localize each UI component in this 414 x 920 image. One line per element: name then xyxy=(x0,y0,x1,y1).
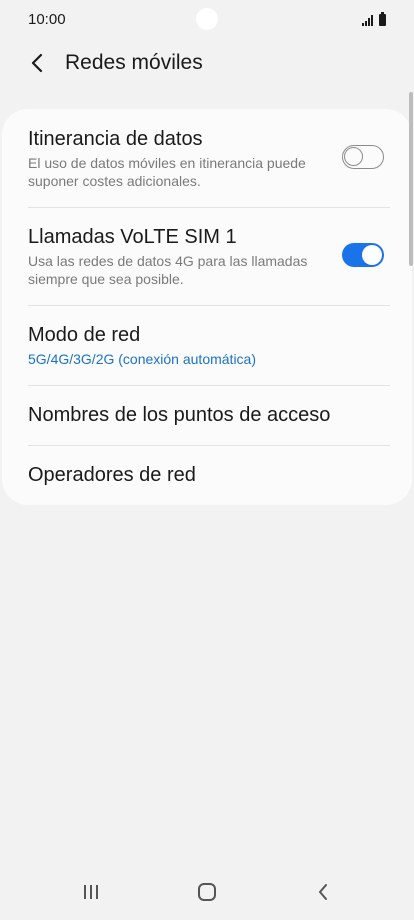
recents-button[interactable] xyxy=(71,878,111,906)
status-icons xyxy=(362,12,386,26)
recents-icon xyxy=(84,885,98,899)
home-icon xyxy=(198,883,216,901)
nav-back-button[interactable] xyxy=(303,878,343,906)
status-bar: 10:00 xyxy=(0,0,414,38)
home-button[interactable] xyxy=(187,878,227,906)
app-header: Redes móviles xyxy=(0,38,414,88)
roaming-description: El uso de datos móviles en itinerancia p… xyxy=(28,155,306,189)
roaming-row[interactable]: Itinerancia de datos El uso de datos móv… xyxy=(2,109,412,207)
network-operators-row[interactable]: Operadores de red xyxy=(2,445,412,505)
apn-row[interactable]: Nombres de los puntos de acceso xyxy=(2,385,412,445)
roaming-title: Itinerancia de datos xyxy=(28,128,203,150)
signal-icon xyxy=(362,15,373,26)
navigation-bar xyxy=(0,864,414,920)
network-mode-value: 5G/4G/3G/2G (conexión automática) xyxy=(28,351,256,367)
toggle-knob xyxy=(344,147,363,166)
battery-icon xyxy=(379,12,386,26)
network-operators-title: Operadores de red xyxy=(28,464,196,486)
settings-card: Itinerancia de datos El uso de datos móv… xyxy=(2,109,412,505)
volte-toggle[interactable] xyxy=(342,243,384,267)
apn-title: Nombres de los puntos de acceso xyxy=(28,404,331,426)
chevron-left-icon xyxy=(31,53,43,73)
scrollbar[interactable] xyxy=(409,92,413,266)
network-mode-row[interactable]: Modo de red 5G/4G/3G/2G (conexión automá… xyxy=(2,305,412,385)
volte-title: Llamadas VoLTE SIM 1 xyxy=(28,226,237,248)
network-mode-title: Modo de red xyxy=(28,324,141,346)
back-icon xyxy=(319,884,327,900)
volte-description: Usa las redes de datos 4G para las llama… xyxy=(28,253,308,287)
roaming-toggle[interactable] xyxy=(342,145,384,169)
page-title: Redes móviles xyxy=(65,51,203,74)
camera-cutout xyxy=(196,8,218,30)
back-button[interactable] xyxy=(22,48,52,78)
toggle-knob xyxy=(362,245,382,265)
status-time: 10:00 xyxy=(28,11,66,28)
volte-row[interactable]: Llamadas VoLTE SIM 1 Usa las redes de da… xyxy=(2,207,412,305)
